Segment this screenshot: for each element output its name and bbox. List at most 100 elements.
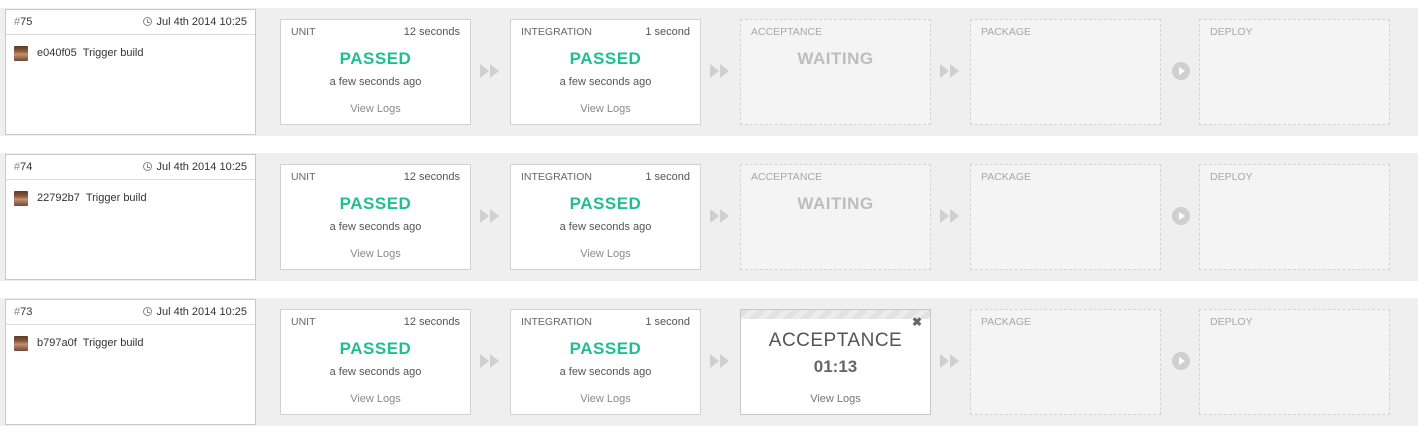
- build-date: Jul 4th 2014 10:25: [156, 161, 247, 173]
- stage-name: INTEGRATION: [521, 26, 592, 38]
- stage-integration[interactable]: INTEGRATION 1 second PASSED a few second…: [510, 19, 701, 125]
- avatar: [14, 191, 28, 206]
- stage-time-ago: a few seconds ago: [329, 221, 422, 233]
- build-number: #75: [14, 16, 33, 28]
- avatar: [14, 46, 28, 61]
- stage-unit[interactable]: UNIT 12 seconds PASSED a few seconds ago…: [280, 309, 471, 415]
- commit-message: Trigger build: [85, 192, 147, 204]
- stage-name: PACKAGE: [981, 26, 1031, 38]
- stage-name: UNIT: [291, 316, 316, 328]
- build-header: #74 Jul 4th 2014 10:25: [6, 155, 255, 180]
- double-chevron-right-icon: [710, 209, 729, 223]
- commit-hash[interactable]: 22792b7: [37, 192, 80, 204]
- pipeline-board: #75 Jul 4th 2014 10:25 e040f05 Trigger bu…: [0, 0, 1418, 436]
- stage-status: PASSED: [569, 194, 642, 213]
- commit-hash[interactable]: e040f05: [37, 47, 77, 59]
- stage-name: DEPLOY: [1210, 171, 1253, 183]
- stage-status: PASSED: [339, 339, 412, 358]
- stage-integration[interactable]: INTEGRATION 1 second PASSED a few second…: [510, 164, 701, 270]
- stage-acceptance: ACCEPTANCE WAITING: [740, 19, 931, 125]
- stage-name: PACKAGE: [981, 316, 1031, 328]
- clock-icon: [143, 17, 152, 26]
- view-logs-link[interactable]: View Logs: [281, 393, 470, 405]
- stage-unit[interactable]: UNIT 12 seconds PASSED a few seconds ago…: [280, 19, 471, 125]
- double-chevron-right-icon: [940, 64, 959, 78]
- stage-time-ago: a few seconds ago: [329, 366, 422, 378]
- play-icon[interactable]: [1172, 207, 1190, 225]
- view-logs-link[interactable]: View Logs: [281, 248, 470, 260]
- stage-package: PACKAGE: [970, 164, 1161, 270]
- stage-duration: 12 seconds: [403, 171, 460, 183]
- play-icon[interactable]: [1172, 352, 1190, 370]
- stage-status: WAITING: [797, 49, 874, 68]
- stage-name: INTEGRATION: [521, 171, 592, 183]
- stage-status: PASSED: [339, 194, 412, 213]
- stage-status: PASSED: [569, 49, 642, 68]
- stage-time-ago: a few seconds ago: [329, 76, 422, 88]
- double-chevron-right-icon: [710, 64, 729, 78]
- stage-name: UNIT: [291, 171, 316, 183]
- stage-package: PACKAGE: [970, 309, 1161, 415]
- stage-name: PACKAGE: [981, 171, 1031, 183]
- stage-unit[interactable]: UNIT 12 seconds PASSED a few seconds ago…: [280, 164, 471, 270]
- stage-name: DEPLOY: [1210, 316, 1253, 328]
- stage-integration[interactable]: INTEGRATION 1 second PASSED a few second…: [510, 309, 701, 415]
- stage-deploy: DEPLOY: [1199, 19, 1390, 125]
- double-chevron-right-icon: [480, 209, 499, 223]
- stage-package: PACKAGE: [970, 19, 1161, 125]
- stage-deploy: DEPLOY: [1199, 309, 1390, 415]
- commit-info: e040f05 Trigger build: [37, 47, 144, 59]
- double-chevron-right-icon: [940, 354, 959, 368]
- build-number: #74: [14, 161, 33, 173]
- stage-time-ago: a few seconds ago: [559, 221, 652, 233]
- stage-name: UNIT: [291, 26, 316, 38]
- clock-icon: [143, 307, 152, 316]
- progress-stripe: [741, 310, 930, 319]
- play-icon[interactable]: [1172, 62, 1190, 80]
- stage-status: PASSED: [339, 49, 412, 68]
- commit-info: 22792b7 Trigger build: [37, 192, 147, 204]
- avatar: [14, 336, 28, 351]
- build-date: Jul 4th 2014 10:25: [156, 16, 247, 28]
- stage-time-ago: a few seconds ago: [559, 76, 652, 88]
- stage-name: ACCEPTANCE: [751, 26, 822, 38]
- double-chevron-right-icon: [480, 64, 499, 78]
- close-icon[interactable]: ✖: [912, 316, 922, 328]
- build-header: #73 Jul 4th 2014 10:25: [6, 300, 255, 325]
- stage-duration: 1 second: [645, 26, 690, 38]
- stage-name: INTEGRATION: [521, 316, 592, 328]
- build-row: #73 Jul 4th 2014 10:25 b797a0f Trigger bu…: [0, 290, 1418, 426]
- stage-status: WAITING: [797, 194, 874, 213]
- commit-message: Trigger build: [82, 47, 144, 59]
- stage-duration: 1 second: [645, 316, 690, 328]
- double-chevron-right-icon: [940, 209, 959, 223]
- build-row: #74 Jul 4th 2014 10:25 22792b7 Trigger bu…: [0, 145, 1418, 281]
- build-header: #75 Jul 4th 2014 10:25: [6, 10, 255, 35]
- build-date: Jul 4th 2014 10:25: [156, 306, 247, 318]
- stage-duration: 1 second: [645, 171, 690, 183]
- stage-time-ago: a few seconds ago: [559, 366, 652, 378]
- commit-info: b797a0f Trigger build: [37, 337, 144, 349]
- stage-acceptance-running[interactable]: ✖ ACCEPTANCE 01:13 View Logs: [740, 309, 931, 415]
- stage-duration: 12 seconds: [403, 26, 460, 38]
- stage-status: PASSED: [569, 339, 642, 358]
- view-logs-link[interactable]: View Logs: [511, 103, 700, 115]
- build-card[interactable]: #73 Jul 4th 2014 10:25 b797a0f Trigger bu…: [5, 299, 256, 425]
- view-logs-link[interactable]: View Logs: [281, 103, 470, 115]
- stage-duration: 12 seconds: [403, 316, 460, 328]
- double-chevron-right-icon: [480, 354, 499, 368]
- stage-name: ACCEPTANCE: [751, 171, 822, 183]
- build-card[interactable]: #75 Jul 4th 2014 10:25 e040f05 Trigger bu…: [5, 9, 256, 135]
- stage-timer: 01:13: [813, 357, 858, 376]
- commit-message: Trigger build: [82, 337, 144, 349]
- clock-icon: [143, 162, 152, 171]
- view-logs-link[interactable]: View Logs: [511, 248, 700, 260]
- commit-hash[interactable]: b797a0f: [37, 337, 77, 349]
- double-chevron-right-icon: [710, 354, 729, 368]
- build-row: #75 Jul 4th 2014 10:25 e040f05 Trigger bu…: [0, 0, 1418, 136]
- stage-name: ACCEPTANCE: [768, 330, 903, 351]
- view-logs-link[interactable]: View Logs: [511, 393, 700, 405]
- build-card[interactable]: #74 Jul 4th 2014 10:25 22792b7 Trigger bu…: [5, 154, 256, 280]
- stage-acceptance: ACCEPTANCE WAITING: [740, 164, 931, 270]
- view-logs-link[interactable]: View Logs: [741, 393, 930, 405]
